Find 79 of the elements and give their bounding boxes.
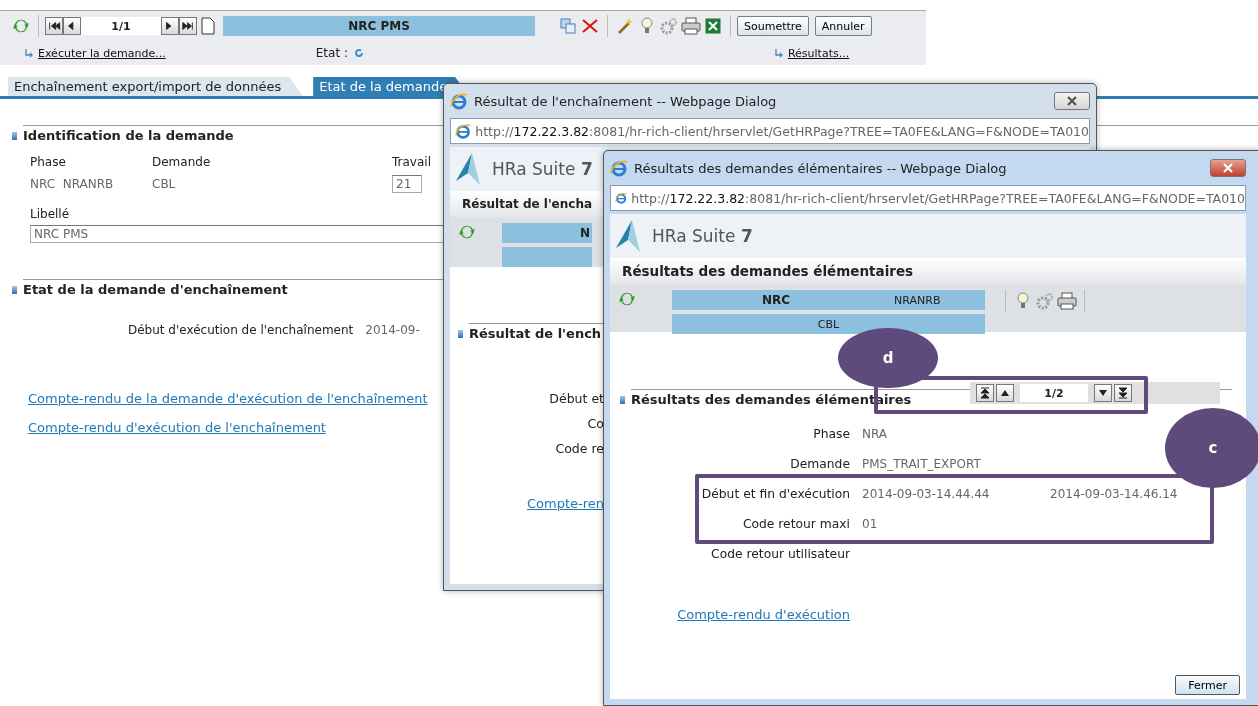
refresh-icon <box>353 48 364 58</box>
field-label: Travail <box>392 155 432 169</box>
report-link[interactable]: Compte-rendu d'exécution <box>677 607 850 622</box>
report-link[interactable]: Compte-rendu d'exécution de l'enchaînement <box>28 420 326 435</box>
field-value: NRA <box>862 427 889 441</box>
next-page-button[interactable] <box>161 17 179 35</box>
close-button[interactable] <box>1054 92 1090 110</box>
next-page-button[interactable] <box>1094 384 1112 402</box>
browser-logo-icon <box>610 159 628 177</box>
print-icon[interactable] <box>680 15 702 37</box>
field-value: CBL <box>152 177 177 191</box>
close-icon <box>1066 96 1078 106</box>
close-button[interactable]: Fermer <box>1175 675 1240 695</box>
last-page-button[interactable] <box>1114 384 1132 402</box>
corner-arrow-icon <box>773 48 784 58</box>
field-value: 2014-09-03-14.44.44 <box>862 487 991 501</box>
field-value: 2014-09- <box>365 323 420 337</box>
report-link[interactable]: Compte-ren <box>526 496 604 511</box>
cancel-button[interactable]: Annuler <box>814 16 872 36</box>
field-label: Phase <box>30 155 67 169</box>
last-page-icon <box>1118 387 1128 399</box>
last-page-button[interactable] <box>179 17 197 35</box>
field-label: Phase <box>813 427 851 441</box>
field-label: Code retour utilisateur <box>711 547 851 561</box>
tab[interactable]: Enchaînement export/import de données <box>8 77 304 96</box>
field-label: Code retour maxi <box>742 517 851 531</box>
field-value: 2014-09-03-14.46.14 <box>1050 487 1179 501</box>
refresh-icon <box>458 223 476 241</box>
refresh-icon <box>12 17 30 35</box>
url-text: http://172.22.3.82:8081/hr-rich-client/hrservlet/GetHRPage?TREE=TA0FE&LANG=F&NODE=TA010 <box>631 190 1245 206</box>
field-label: Co <box>587 416 604 431</box>
section-bullet-icon <box>620 396 625 404</box>
field-label: Demande <box>152 155 212 169</box>
record-title: NRC PMS <box>223 16 535 36</box>
field-label: Début d'exécution de l'enchaînement <box>128 323 354 337</box>
pager-field[interactable]: 1/2 <box>1020 384 1088 402</box>
field-label: Début et fin d'exécution <box>701 487 851 501</box>
section-bullet-icon <box>12 132 17 140</box>
run-request-link[interactable]: Exécuter la demande... <box>38 46 166 60</box>
dialog-heading: Résultats des demandes élémentaires <box>610 258 1246 284</box>
brand-name: HRa Suite 7 <box>652 226 753 246</box>
dialog-heading: Résultat de l'encha <box>462 197 593 211</box>
first-page-icon <box>980 387 990 399</box>
brand-logo-icon <box>456 153 482 185</box>
submit-button[interactable]: Soumettre <box>737 16 809 36</box>
dialog-title: Résultats des demandes élémentaires -- Webpage Dialog <box>634 160 1007 176</box>
last-page-icon <box>181 20 195 32</box>
down-arrow-icon <box>1098 389 1108 397</box>
job-input-field[interactable]: 21 <box>392 175 422 193</box>
up-arrow-icon <box>1000 389 1010 397</box>
results-link[interactable]: Résultats... <box>787 46 850 60</box>
band-text: N <box>579 226 590 240</box>
report-link[interactable]: Compte-rendu de la demande d'exécution de l'enchaînement <box>28 391 428 406</box>
dialog-title: Résultat de l'enchaînement -- Webpage Dialog <box>474 93 777 109</box>
state-label: Etat : <box>315 46 348 60</box>
brand-name: HRa Suite 7 <box>492 159 593 179</box>
close-button[interactable] <box>1210 159 1246 177</box>
print-icon[interactable] <box>1056 290 1078 312</box>
url-text: http://172.22.3.82:8081/hr-rich-client/hrservlet/GetHRPage?TREE=TA0FE&LANG=F&NODE=TA010 <box>475 123 1089 139</box>
field-label: Code re <box>555 441 604 456</box>
section-bullet-icon <box>458 330 463 338</box>
first-page-button[interactable] <box>45 17 63 35</box>
section-bullet-icon <box>12 286 17 294</box>
first-page-icon <box>47 20 61 32</box>
previous-page-button[interactable] <box>63 17 81 35</box>
first-page-button[interactable] <box>976 384 994 402</box>
field-label: Libellé <box>30 207 71 221</box>
browser-logo-icon <box>450 92 468 110</box>
refresh-icon <box>618 290 636 308</box>
close-icon <box>1222 163 1234 173</box>
pager-field[interactable]: 1/1 <box>81 17 161 35</box>
field-value: PMS_TRAIT_EXPORT <box>862 457 982 471</box>
field-value: NRC NRANRB <box>30 177 115 191</box>
brand-logo-icon <box>616 220 642 252</box>
field-value: 01 <box>862 517 879 531</box>
field-label: Demande <box>790 457 851 471</box>
browser-logo-icon <box>455 122 472 140</box>
corner-arrow-icon <box>24 48 34 58</box>
previous-page-button[interactable] <box>996 384 1014 402</box>
